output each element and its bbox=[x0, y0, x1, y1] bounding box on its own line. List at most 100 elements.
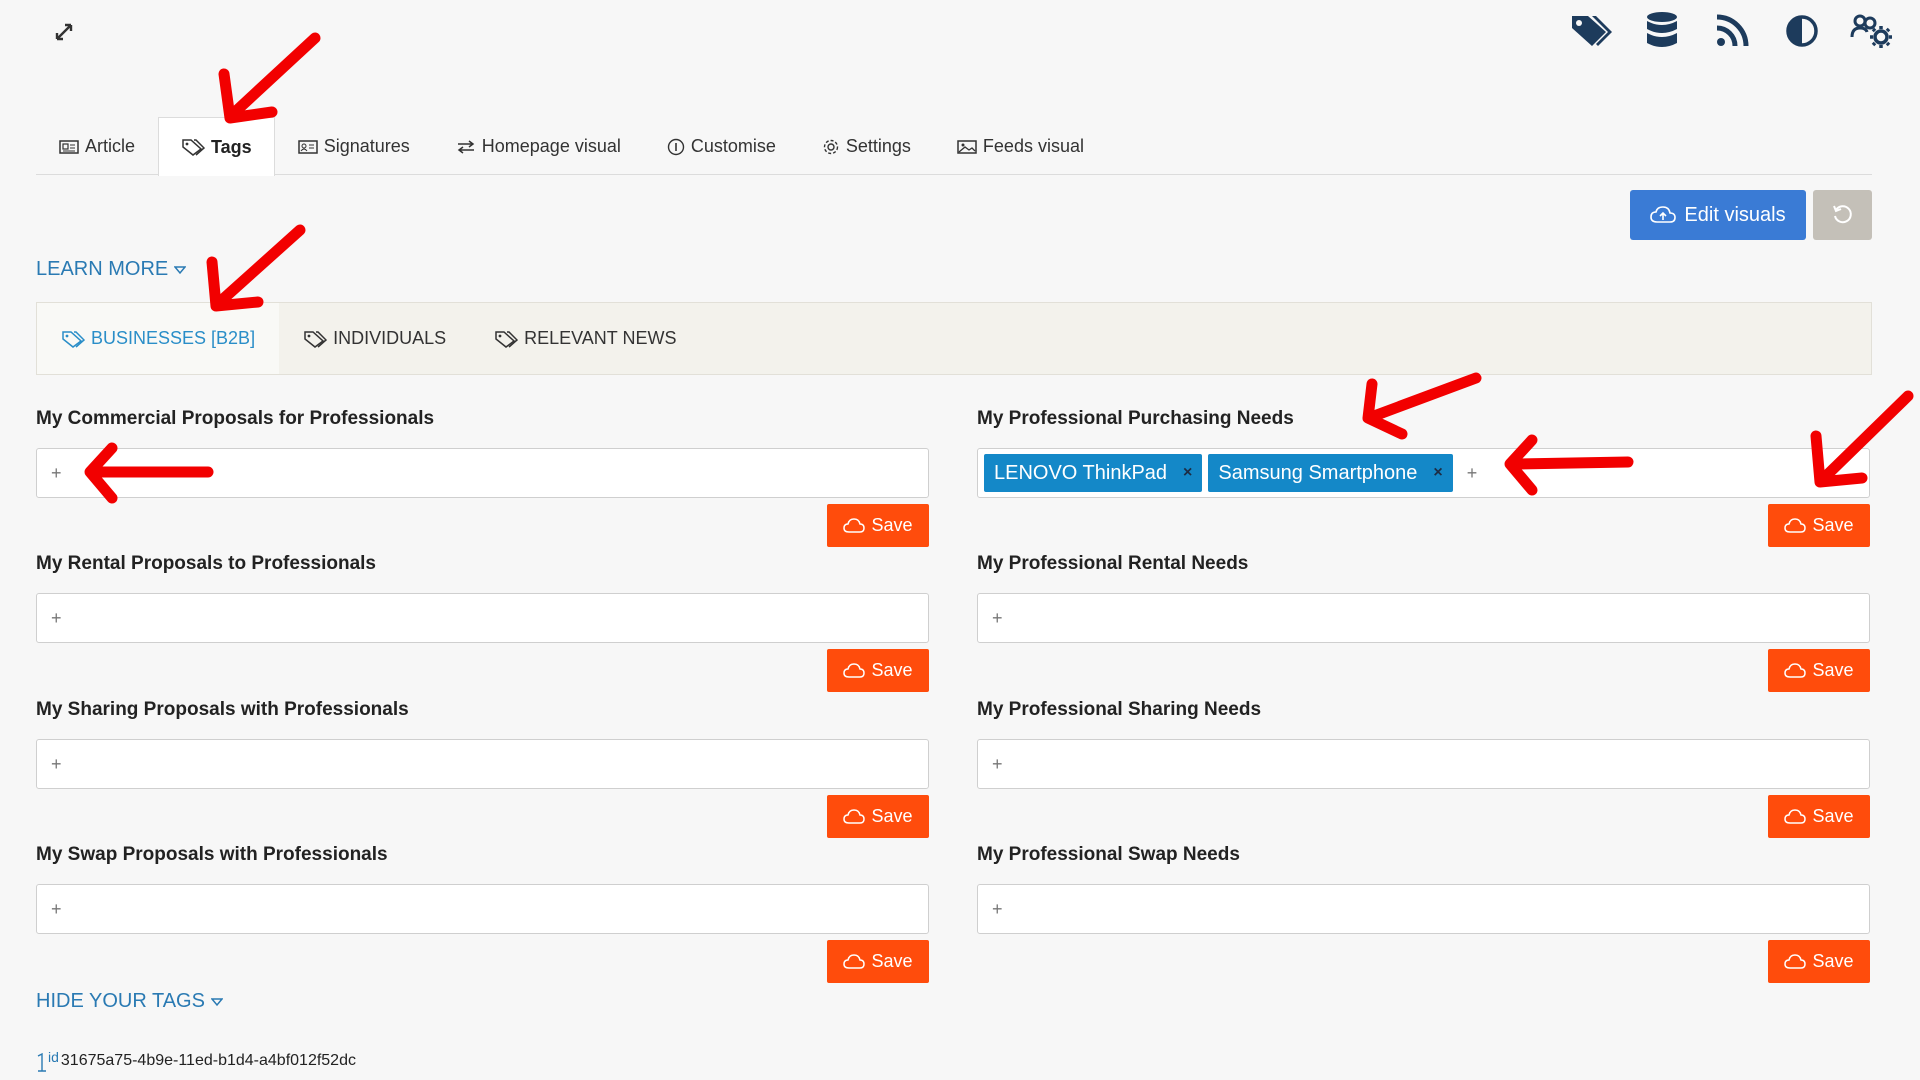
top-toolbar bbox=[1570, 10, 1894, 52]
add-tag-plus[interactable]: + bbox=[984, 899, 1011, 920]
tab-feeds-visual[interactable]: Feeds visual bbox=[934, 117, 1107, 175]
tag-chip: LENOVO ThinkPad × bbox=[984, 454, 1203, 492]
learn-more-label: LEARN MORE bbox=[36, 258, 169, 280]
field-rental-proposals: My Rental Proposals to Professionals + S… bbox=[36, 553, 929, 692]
add-tag-plus[interactable]: + bbox=[1459, 463, 1486, 484]
add-tag-plus[interactable]: + bbox=[43, 899, 70, 920]
add-tag-plus[interactable]: + bbox=[43, 754, 70, 775]
field-rental-needs: My Professional Rental Needs + Save bbox=[977, 553, 1870, 692]
add-tag-plus[interactable]: + bbox=[43, 463, 70, 484]
tags-icon bbox=[304, 330, 328, 348]
field-commercial-proposals: My Commercial Proposals for Professional… bbox=[36, 408, 929, 547]
tab-label: Article bbox=[85, 136, 136, 156]
edit-visuals-button[interactable]: Edit visuals bbox=[1630, 190, 1806, 240]
tag-input[interactable]: + bbox=[977, 593, 1870, 643]
tab-article[interactable]: Article bbox=[36, 117, 158, 175]
save-label: Save bbox=[1812, 660, 1854, 680]
tags-icon bbox=[62, 330, 85, 348]
caret-down-icon bbox=[174, 265, 187, 274]
save-label: Save bbox=[1812, 806, 1854, 826]
undo-button[interactable] bbox=[1813, 190, 1872, 240]
annotation-arrow bbox=[218, 32, 321, 124]
tag-input[interactable]: + bbox=[36, 448, 929, 498]
tag-input[interactable]: + bbox=[36, 593, 929, 643]
save-label: Save bbox=[871, 806, 913, 826]
cloud-upload-icon bbox=[1650, 206, 1677, 223]
subtab-businesses[interactable]: BUSINESSES [B2B] bbox=[37, 303, 280, 374]
field-swap-needs: My Professional Swap Needs + Save bbox=[977, 844, 1870, 983]
tab-signatures[interactable]: Signatures bbox=[275, 117, 433, 175]
tag-chip: Samsung Smartphone × bbox=[1208, 454, 1453, 492]
image-icon bbox=[957, 139, 977, 154]
expand-icon[interactable] bbox=[52, 20, 76, 44]
record-id: id 31675a75-4b9e-11ed-b1d4-a4bf012f52dc bbox=[36, 1049, 356, 1072]
save-label: Save bbox=[1812, 951, 1854, 971]
tab-label: Homepage visual bbox=[481, 136, 621, 156]
save-button[interactable]: Save bbox=[1768, 940, 1870, 983]
tab-label: Tags bbox=[211, 136, 252, 157]
field-label: My Commercial Proposals for Professional… bbox=[36, 408, 435, 429]
tag-input[interactable]: + bbox=[36, 884, 929, 934]
audience-tabs: BUSINESSES [B2B] INDIVIDUALS RELEVANT NE… bbox=[36, 302, 1872, 375]
hide-tags-label: HIDE YOUR TAGS bbox=[36, 990, 205, 1012]
cloud-icon bbox=[843, 517, 866, 533]
field-label: My Professional Purchasing Needs bbox=[977, 408, 1294, 429]
info-circle-icon bbox=[667, 138, 685, 155]
field-sharing-needs: My Professional Sharing Needs + Save bbox=[977, 699, 1870, 838]
cloud-icon bbox=[1784, 662, 1807, 678]
save-button[interactable]: Save bbox=[827, 795, 929, 838]
field-sharing-proposals: My Sharing Proposals with Professionals … bbox=[36, 699, 929, 838]
hide-tags-toggle[interactable]: HIDE YOUR TAGS bbox=[36, 990, 223, 1013]
save-label: Save bbox=[1812, 515, 1854, 535]
tab-tags[interactable]: Tags bbox=[158, 117, 275, 176]
tab-label: Customise bbox=[690, 136, 776, 156]
save-button[interactable]: Save bbox=[827, 649, 929, 692]
cloud-icon bbox=[843, 953, 866, 969]
tag-chip-label: Samsung Smartphone bbox=[1218, 461, 1418, 484]
cloud-icon bbox=[843, 662, 866, 678]
tag-input[interactable]: + bbox=[36, 739, 929, 789]
cloud-icon bbox=[1784, 517, 1807, 533]
field-label: My Swap Proposals with Professionals bbox=[36, 844, 388, 865]
field-swap-proposals: My Swap Proposals with Professionals + S… bbox=[36, 844, 929, 983]
undo-icon bbox=[1832, 205, 1852, 224]
id-card-icon bbox=[297, 139, 318, 154]
id-label: id bbox=[48, 1049, 59, 1065]
save-button[interactable]: Save bbox=[1768, 504, 1870, 547]
bracket-icon bbox=[37, 1052, 46, 1072]
field-label: My Rental Proposals to Professionals bbox=[36, 553, 376, 574]
tags-icon[interactable] bbox=[1570, 10, 1614, 52]
remove-tag-icon[interactable]: × bbox=[1433, 464, 1442, 482]
users-settings-icon[interactable] bbox=[1850, 10, 1894, 52]
tag-input[interactable]: LENOVO ThinkPad × Samsung Smartphone × + bbox=[977, 448, 1870, 498]
save-label: Save bbox=[871, 515, 913, 535]
gear-icon bbox=[823, 139, 839, 154]
save-button[interactable]: Save bbox=[827, 504, 929, 547]
save-button[interactable]: Save bbox=[1768, 795, 1870, 838]
learn-more-toggle[interactable]: LEARN MORE bbox=[36, 258, 187, 281]
caret-down-icon bbox=[210, 997, 223, 1006]
tags-icon bbox=[182, 139, 206, 156]
tab-customise[interactable]: Customise bbox=[644, 117, 799, 175]
tab-homepage-visual[interactable]: Homepage visual bbox=[433, 117, 644, 175]
save-label: Save bbox=[871, 951, 913, 971]
field-label: My Professional Sharing Needs bbox=[977, 699, 1262, 720]
save-button[interactable]: Save bbox=[1768, 649, 1870, 692]
add-tag-plus[interactable]: + bbox=[43, 608, 70, 629]
tag-input[interactable]: + bbox=[977, 884, 1870, 934]
field-label: My Professional Swap Needs bbox=[977, 844, 1240, 865]
rss-icon[interactable] bbox=[1710, 10, 1754, 52]
add-tag-plus[interactable]: + bbox=[984, 608, 1011, 629]
database-icon[interactable] bbox=[1640, 10, 1684, 52]
subtab-label: INDIVIDUALS bbox=[333, 328, 447, 348]
subtab-individuals[interactable]: INDIVIDUALS bbox=[279, 303, 470, 374]
add-tag-plus[interactable]: + bbox=[984, 754, 1011, 775]
contrast-icon[interactable] bbox=[1780, 10, 1824, 52]
tab-label: Settings bbox=[845, 136, 911, 156]
tab-settings[interactable]: Settings bbox=[799, 117, 934, 175]
remove-tag-icon[interactable]: × bbox=[1183, 464, 1192, 482]
tag-input[interactable]: + bbox=[977, 739, 1870, 789]
save-button[interactable]: Save bbox=[827, 940, 929, 983]
subtab-relevant-news[interactable]: RELEVANT NEWS bbox=[470, 303, 700, 374]
tab-label: Feeds visual bbox=[982, 136, 1084, 156]
